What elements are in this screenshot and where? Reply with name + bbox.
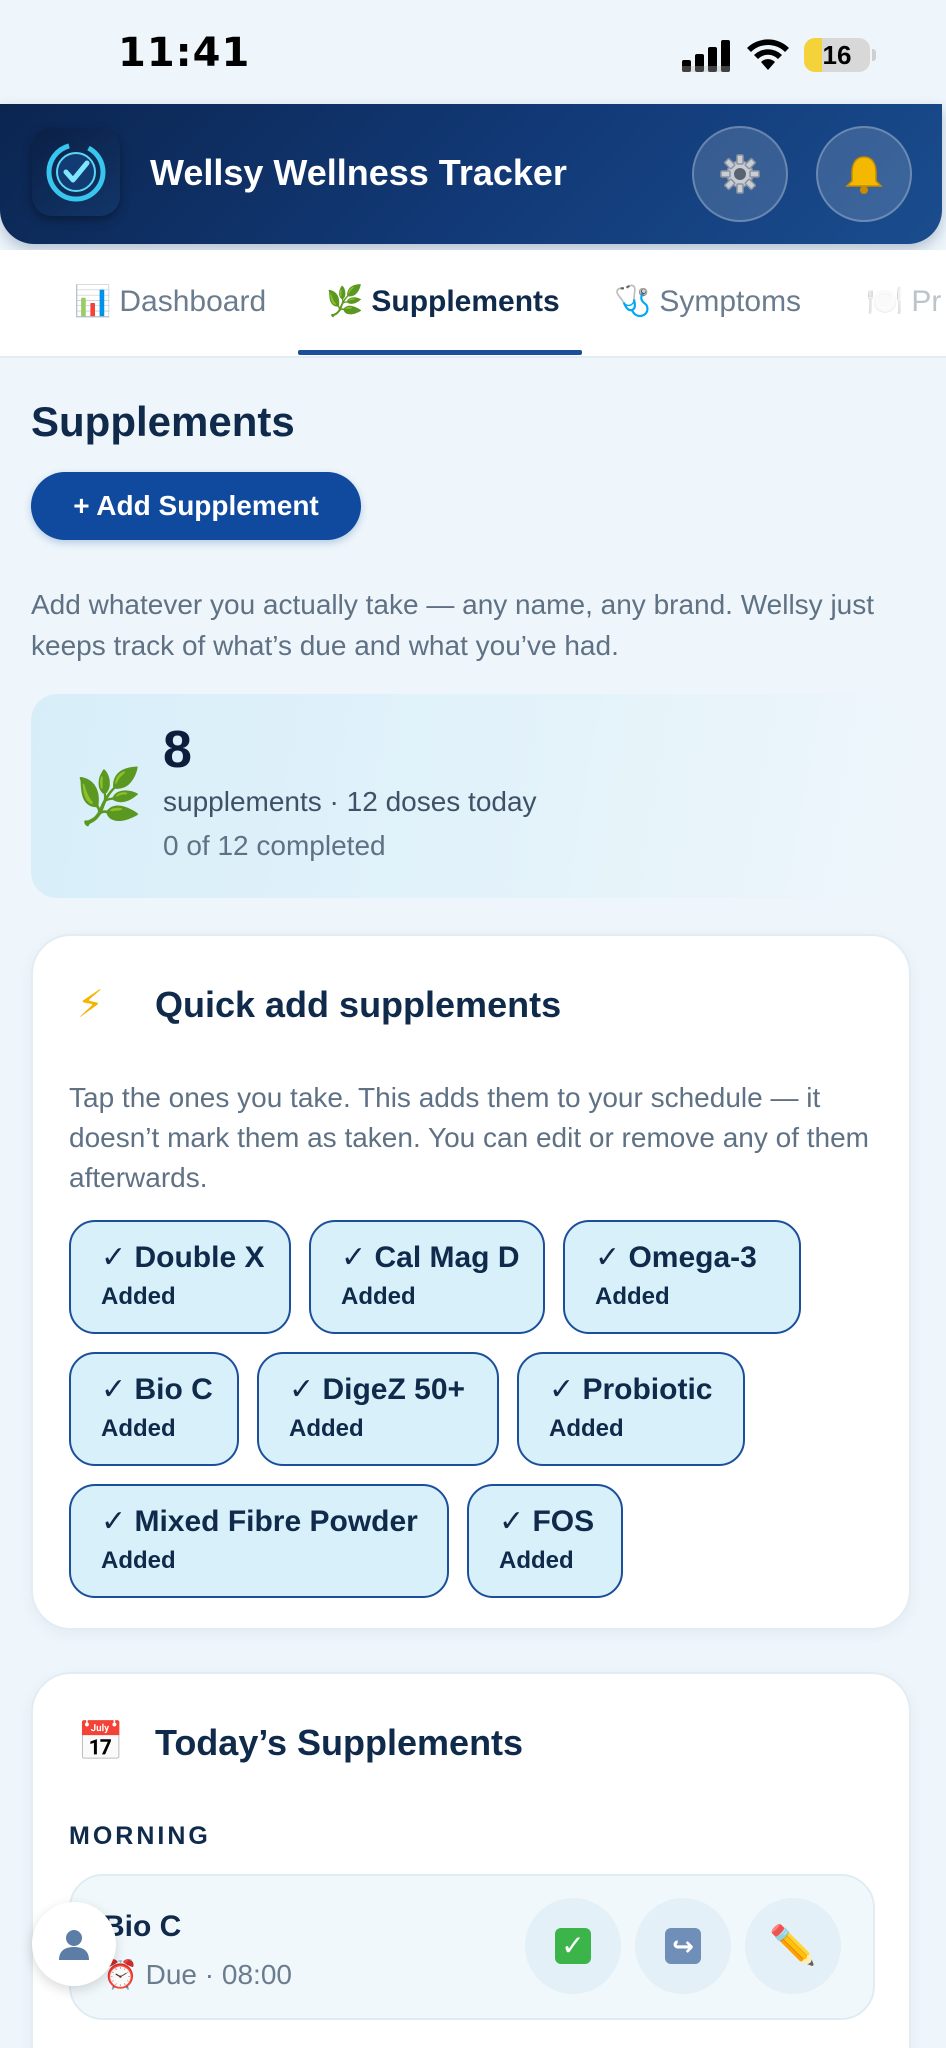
quick-add-description: Tap the ones you take. This adds them to… [69,1082,869,1193]
quick-add-chip[interactable]: ✓ Mixed Fibre Powder Added [69,1484,449,1598]
tab-partial[interactable]: 🍽️ Pr [866,284,941,319]
pencil-icon: ✏️ [769,1925,817,1967]
user-icon [59,1930,89,1960]
summary-doses: supplements · 12 doses today [163,786,537,817]
quick-add-card: ⚡ Quick add supplements Tap the ones you… [31,934,911,1630]
profile-button[interactable] [32,1902,116,1986]
summary-card: 🌿 8 supplements · 12 doses today 0 of 12… [31,694,911,898]
chip-state: Added [101,1547,176,1574]
battery-level: 16 [822,40,852,70]
heart-check-icon [46,142,106,202]
stethoscope-icon: 🩺 [614,285,652,318]
quick-add-chip[interactable]: ✓ Omega-3 Added [563,1220,801,1334]
bell-icon [845,156,883,194]
chip-state: Added [595,1283,670,1310]
todays-supplements-title: Today’s Supplements [155,1722,524,1763]
quick-add-chip[interactable]: ✓ Double X Added [69,1220,291,1334]
chip-state: Added [499,1547,574,1574]
wifi-icon [747,39,789,70]
quick-add-chip[interactable]: ✓ DigeZ 50+ Added [257,1352,499,1466]
app-header: Wellsy Wellness Tracker [0,104,942,244]
battery-indicator: 16 [804,38,870,72]
check-icon: ✓ [555,1928,591,1964]
supplement-count: 8 [163,721,192,779]
return-arrow-icon: ↪ [665,1928,701,1964]
chip-name: ✓ Omega-3 [595,1241,757,1274]
chip-state: Added [101,1283,176,1310]
leaf-icon: 🌿 [75,767,143,827]
chip-name: ✓ Cal Mag D [341,1241,520,1274]
quick-add-chip[interactable]: ✓ Bio C Added [69,1352,239,1466]
active-tab-indicator [298,350,582,355]
app-title: Wellsy Wellness Tracker [150,152,567,193]
app-logo [32,128,120,216]
quick-add-title: Quick add supplements [155,984,562,1025]
chip-state: Added [549,1415,624,1442]
tab-label: Dashboard [119,284,267,318]
cellular-signal-icon [682,40,730,72]
status-time: 11:41 [118,30,251,76]
plate-icon: 🍽️ [866,285,904,318]
skip-button[interactable]: ↪ [635,1898,731,1994]
chip-name: ✓ FOS [499,1505,595,1538]
chip-name: ✓ DigeZ 50+ [289,1373,466,1406]
notifications-button[interactable] [816,126,912,222]
tab-label: Symptoms [659,284,802,318]
chip-state: Added [341,1283,416,1310]
tab-symptoms[interactable]: 🩺 Symptoms [614,284,801,319]
tab-dashboard[interactable]: 📊 Dashboard [74,284,266,319]
chip-name: ✓ Bio C [101,1373,213,1406]
status-bar: 11:41 16 [0,0,946,104]
calendar-icon: 📅 [77,1721,125,1763]
chip-name: ✓ Probiotic [549,1373,713,1406]
settings-button[interactable] [692,126,788,222]
edit-button[interactable]: ✏️ [745,1898,841,1994]
chip-name: ✓ Double X [101,1241,265,1274]
dose-due-time: ⏰ Due · 08:00 [103,1959,292,1990]
intro-text: Add whatever you actually take — any nam… [31,589,875,661]
tab-label: Pr [911,284,942,318]
chart-icon: 📊 [74,285,112,318]
tab-bar: 📊 Dashboard 🌿 Supplements 🩺 Symptoms 🍽️ … [0,250,946,358]
leaf-icon: 🌿 [326,285,364,318]
page-title: Supplements [31,398,295,445]
chip-state: Added [101,1415,176,1442]
add-supplement-button[interactable]: + Add Supplement [31,472,361,540]
chip-state: Added [289,1415,364,1442]
section-label-morning: MORNING [69,1822,211,1850]
quick-add-chip[interactable]: ✓ Cal Mag D Added [309,1220,545,1334]
tab-label: Supplements [371,284,560,318]
todays-supplements-card: 📅 Today’s Supplements MORNING Bio C ⏰ Du… [31,1672,911,2048]
tab-supplements[interactable]: 🌿 Supplements [326,284,560,319]
mark-taken-button[interactable]: ✓ [525,1898,621,1994]
summary-progress: 0 of 12 completed [163,830,386,861]
chip-name: ✓ Mixed Fibre Powder [101,1505,418,1538]
lightning-icon: ⚡ [77,984,104,1026]
battery-cap [872,49,876,61]
quick-add-chip[interactable]: ✓ Probiotic Added [517,1352,745,1466]
dose-row: Bio C ⏰ Due · 08:00 ✓ ↪ ✏️ [69,1874,875,2020]
gear-icon [720,154,760,194]
quick-add-chip[interactable]: ✓ FOS Added [467,1484,623,1598]
